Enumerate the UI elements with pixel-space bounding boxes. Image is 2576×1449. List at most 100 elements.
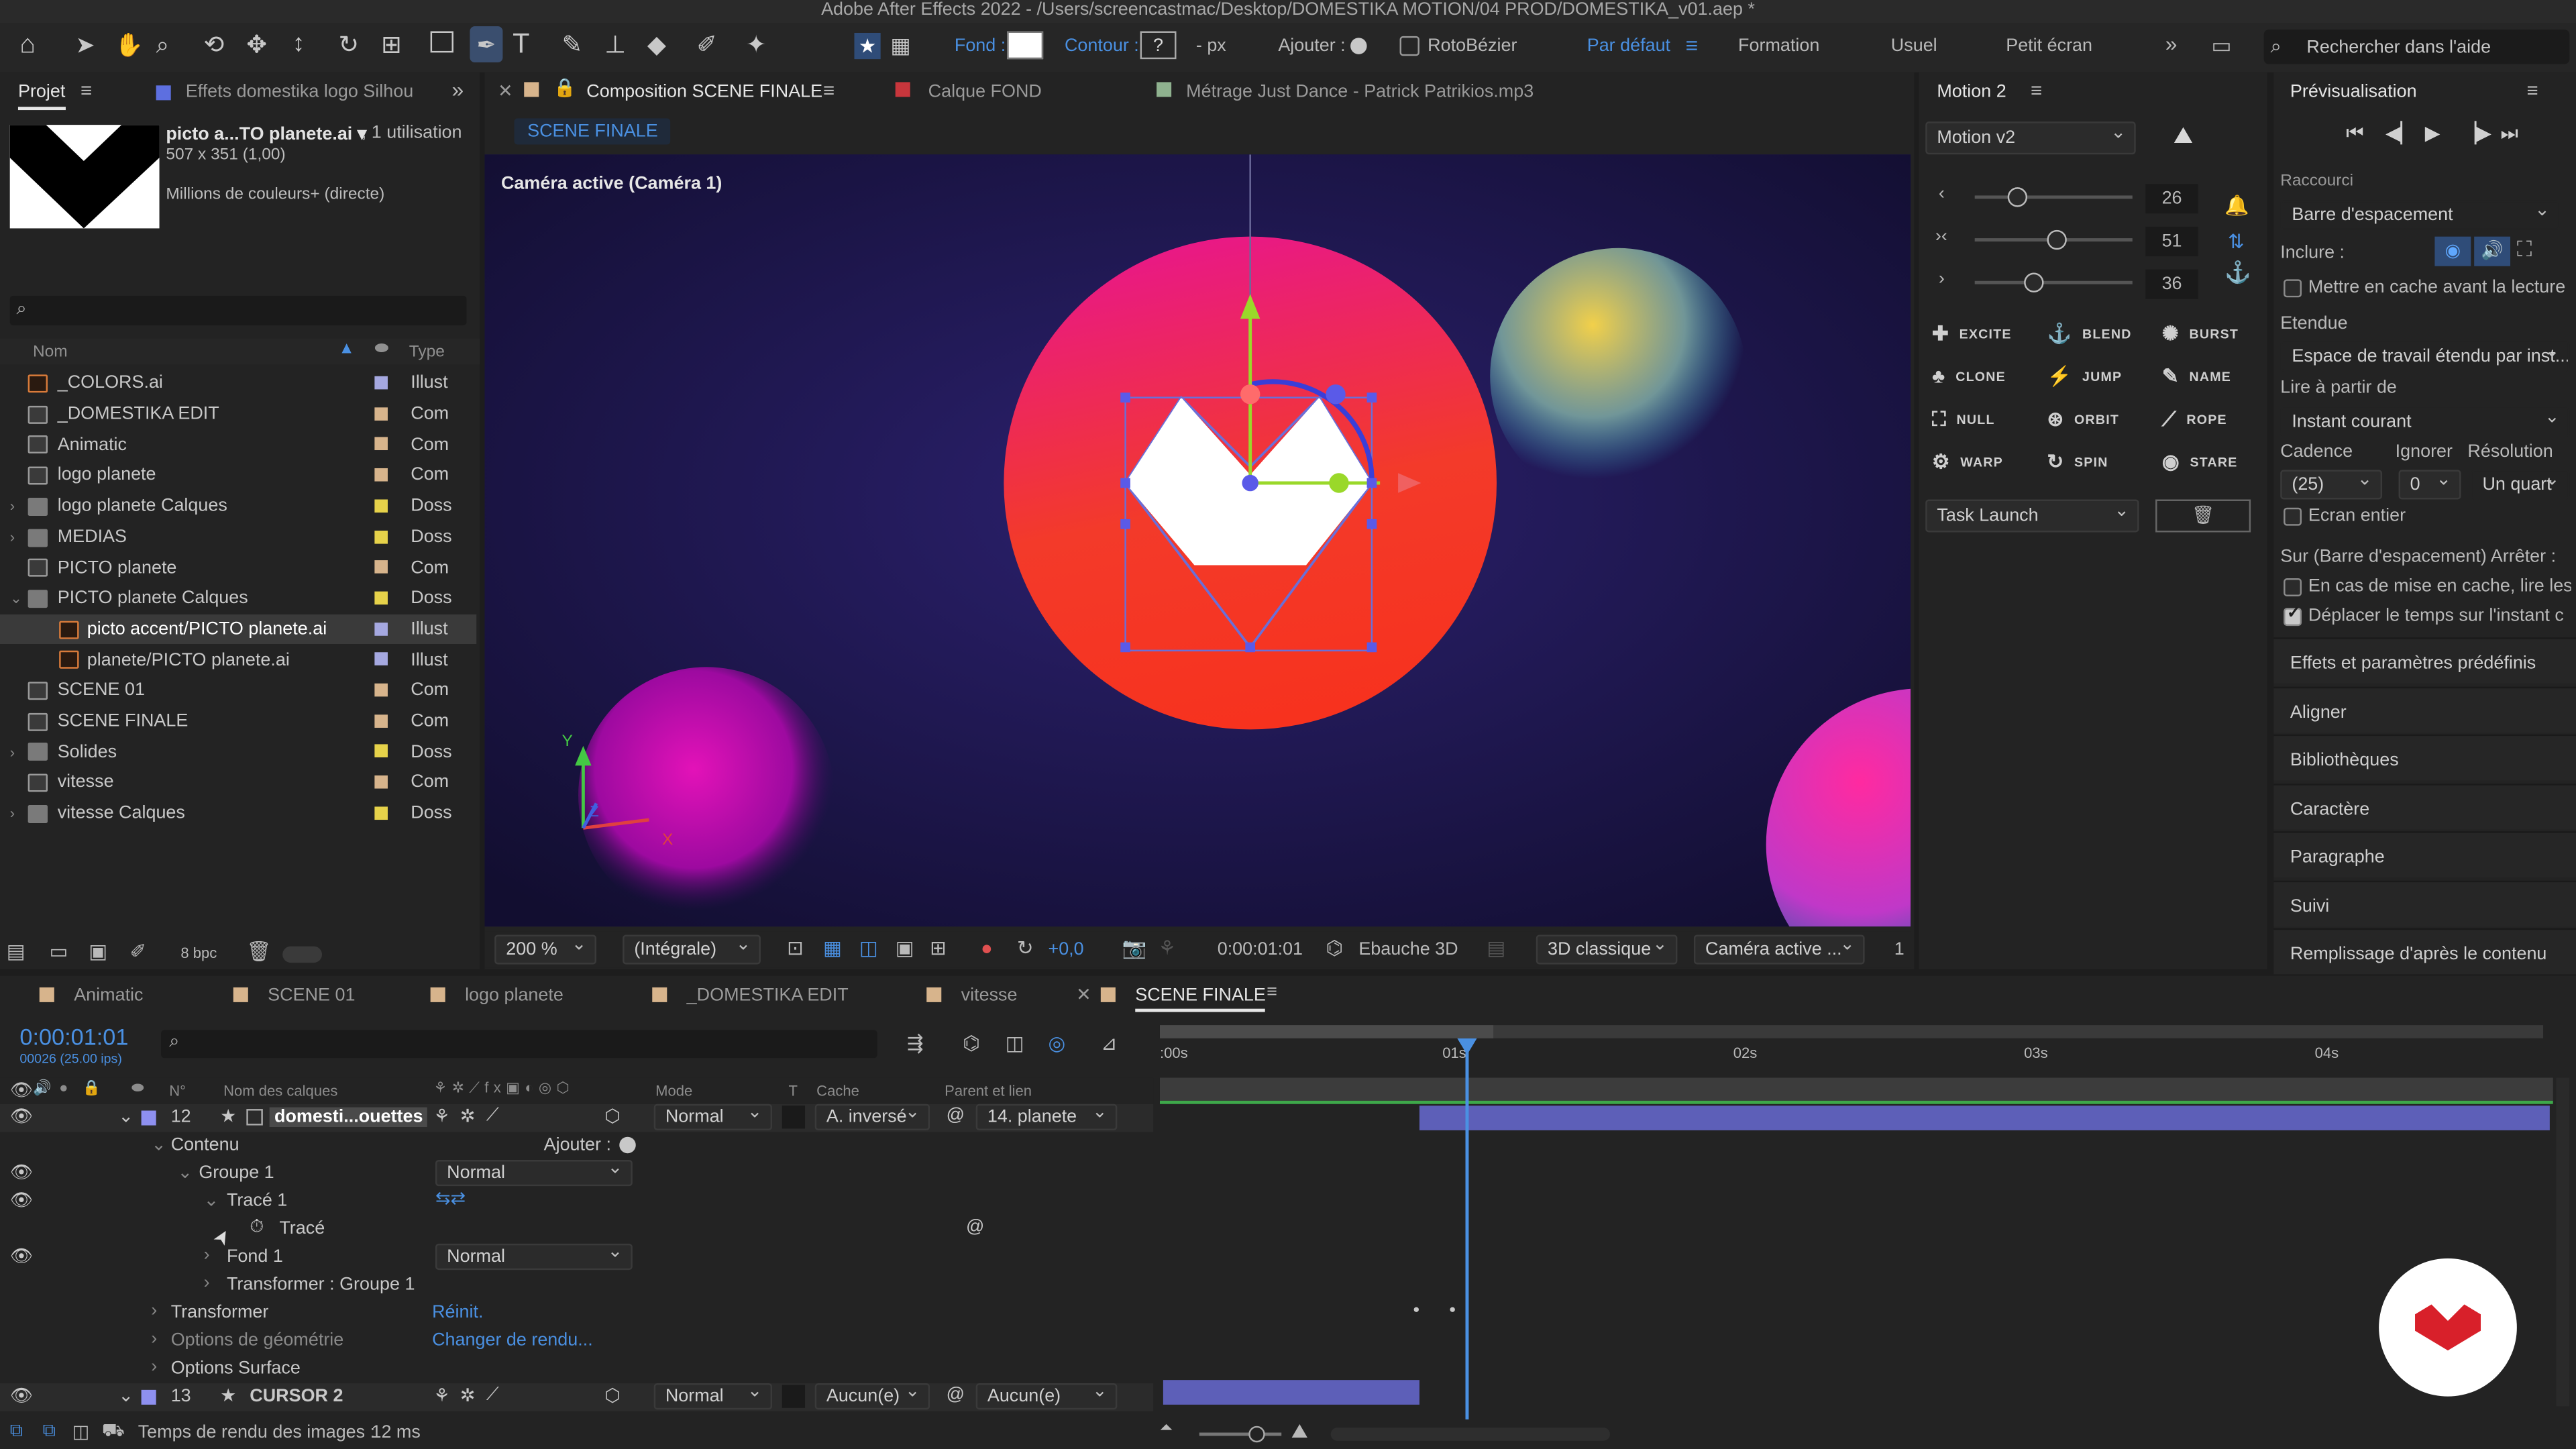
layer-mode-dropdown[interactable]: Normal	[653, 1104, 773, 1130]
draft-3d-label[interactable]: Ebauche 3D	[1358, 940, 1458, 959]
timeline-scrollbar[interactable]	[2556, 1077, 2570, 1407]
new-composition-icon[interactable]: ▣	[89, 940, 107, 963]
disclosure-triangle-icon[interactable]: ›	[151, 1329, 157, 1348]
property-row[interactable]: ⌄ Contenu Ajouter :	[0, 1132, 1153, 1159]
label-swatch[interactable]	[374, 745, 388, 758]
timeline-hscroll[interactable]	[1330, 1428, 1611, 1441]
expression-pickwhip-icon[interactable]: @	[966, 1218, 984, 1237]
comp-mini-flowchart-icon[interactable]: ⇶	[907, 1032, 924, 1055]
keyframe-2[interactable]: ●	[1449, 1305, 1456, 1316]
property-row[interactable]: 👁 ⌄ Groupe 1 Normal	[0, 1159, 1153, 1187]
collapse-switch-icon[interactable]: ✲	[460, 1385, 476, 1406]
orbit-tool-icon[interactable]: ⟲	[204, 30, 225, 60]
project-item[interactable]: _COLORS.ai Illust	[0, 368, 476, 399]
previous-frame-icon[interactable]: ◀▏	[2385, 121, 2416, 144]
graph-editor-icon[interactable]: ⊿	[1101, 1032, 1118, 1055]
collapse-switch-icon[interactable]: ✲	[460, 1106, 476, 1127]
motion-version-dropdown[interactable]: Motion v2	[1925, 121, 2136, 155]
label-swatch[interactable]	[374, 683, 388, 697]
timeline-tab[interactable]: logo planete	[465, 985, 564, 1005]
motion-jump-button[interactable]: ⚡ JUMP	[2047, 362, 2161, 391]
reset-exposure-icon[interactable]: ↻	[1017, 936, 1034, 959]
include-overlays-icon[interactable]: ⛶	[2517, 237, 2532, 263]
project-item[interactable]: › MEDIAS Doss	[0, 522, 476, 553]
guides-icon[interactable]: ▣	[896, 936, 914, 959]
project-item[interactable]: ⌄ PICTO planete Calques Doss	[0, 583, 476, 614]
motion-spin-button[interactable]: ↻ SPIN	[2047, 447, 2161, 476]
star-snap-icon[interactable]: ★	[854, 32, 881, 60]
ease-both-value[interactable]: 51	[2145, 226, 2198, 257]
snapshot-icon[interactable]: 📷	[1122, 936, 1147, 959]
collapsed-panel-header[interactable]: Bibliothèques	[2273, 734, 2576, 781]
project-item[interactable]: SCENE FINALE Com	[0, 706, 476, 737]
pin-icon[interactable]: 🔔	[2224, 194, 2249, 217]
snap-grid-icon[interactable]: ▦	[890, 33, 910, 59]
column-type[interactable]: Type	[409, 343, 445, 362]
ease-out-slider[interactable]	[1974, 272, 2133, 292]
lock-icon[interactable]: 🔒	[553, 77, 576, 99]
parent-dropdown[interactable]: 14. planete	[975, 1104, 1118, 1130]
quality-switch-icon[interactable]: ⟋	[486, 1106, 499, 1127]
3d-layer-icon[interactable]: ⬡	[604, 1385, 621, 1406]
timeline-tab[interactable]: SCENE 01	[268, 985, 355, 1005]
disclosure-triangle-icon[interactable]: ›	[10, 744, 15, 760]
frame-rate-dropdown[interactable]: (25)	[2280, 470, 2383, 500]
motion-clone-button[interactable]: ♣ CLONE	[1932, 362, 2047, 391]
timeline-menu-icon[interactable]: ≡	[1267, 983, 1277, 1002]
status-icon-d[interactable]: ⛟	[102, 1421, 125, 1444]
play-icon[interactable]: ▶	[2425, 121, 2440, 144]
preview-item-name[interactable]: picto a...TO planete.ai ▾	[166, 123, 366, 144]
fill-swatch[interactable]	[1007, 31, 1044, 60]
collapsed-panel-header[interactable]: Paragraphe	[2273, 831, 2576, 877]
layer-label-swatch[interactable]	[141, 1110, 156, 1126]
track-matte-dropdown[interactable]: Aucun(e)	[814, 1383, 930, 1410]
workspace-default[interactable]: Par défaut	[1587, 36, 1670, 56]
project-item[interactable]: › logo planete Calques Doss	[0, 491, 476, 522]
pickwhip-icon[interactable]: @	[947, 1385, 965, 1405]
preserve-transparency-toggle[interactable]	[782, 1385, 806, 1408]
motion-warp-button[interactable]: ⚙ WARP	[1932, 447, 2047, 476]
rotobezier-checkbox[interactable]	[1399, 36, 1419, 56]
panel-menu-icon[interactable]: ≡	[80, 79, 92, 102]
timeline-tab[interactable]: vitesse	[961, 985, 1018, 1005]
anchor-tool-icon[interactable]: ⊞	[381, 30, 402, 60]
layer-search[interactable]: ⌕	[161, 1030, 877, 1059]
tab-preview[interactable]: Prévisualisation	[2290, 82, 2417, 101]
current-time[interactable]: 0:00:01:01	[1218, 940, 1303, 959]
adjust-icon[interactable]: ✐	[129, 940, 146, 963]
disclosure-triangle-icon[interactable]: ›	[151, 1301, 157, 1321]
expand-layer-icon[interactable]: ⌄	[118, 1385, 133, 1406]
eye-icon[interactable]: 👁	[10, 1245, 33, 1267]
stopwatch-icon[interactable]: ⏱	[250, 1218, 264, 1239]
time-ruler[interactable]: :00s 01s 02s 03s 04s	[1159, 1025, 2553, 1074]
collapsed-panel-header[interactable]: Aligner	[2273, 686, 2576, 733]
stroke-swatch[interactable]: ?	[1140, 31, 1177, 60]
pan-tool-icon[interactable]: ✥	[246, 30, 267, 60]
zoom-out-icon[interactable]: ⏶	[1160, 1419, 1173, 1438]
last-frame-icon[interactable]: ⏭	[2500, 121, 2518, 146]
property-row[interactable]: › Transformer Réinit.	[0, 1299, 1153, 1327]
col-layer-name[interactable]: Nom des calques	[223, 1083, 337, 1099]
puppet-tool-icon[interactable]: ✦	[746, 30, 767, 60]
layer-12-bar[interactable]	[1419, 1106, 2550, 1130]
motion-burst-button[interactable]: ✺ BURST	[2162, 319, 2277, 348]
motion-stare-button[interactable]: ◉ STARE	[2162, 447, 2277, 476]
label-swatch[interactable]	[374, 407, 388, 421]
collapsed-panel-header[interactable]: Effets et paramètres prédéfinis	[2273, 637, 2576, 684]
tab-project[interactable]: Projet	[17, 82, 66, 111]
path-direction-icon[interactable]: ⇆⇄	[435, 1188, 466, 1209]
timeline-tab[interactable]: SCENE FINALE	[1135, 985, 1266, 1012]
bit-depth-label[interactable]: 8 bpc	[180, 945, 217, 961]
show-snapshot-icon[interactable]: ⚘	[1159, 936, 1176, 959]
keyframe-1[interactable]: ●	[1413, 1305, 1419, 1316]
project-item[interactable]: SCENE 01 Com	[0, 676, 476, 706]
magenta-planet[interactable]	[578, 667, 835, 924]
workspace-menu-icon[interactable]: ≡	[1686, 33, 1699, 58]
motion-name-button[interactable]: ✎ NAME	[2162, 362, 2277, 391]
grid-icon[interactable]: ⊞	[930, 936, 947, 959]
motion-menu-icon[interactable]: ≡	[2031, 79, 2042, 102]
draft-3d-icon[interactable]: ⌬	[963, 1032, 980, 1055]
property-row[interactable]: › Options de géométrie Changer de rendu...	[0, 1328, 1153, 1355]
more-panels-icon[interactable]: »	[451, 77, 464, 102]
project-item[interactable]: PICTO planete Com	[0, 552, 476, 583]
